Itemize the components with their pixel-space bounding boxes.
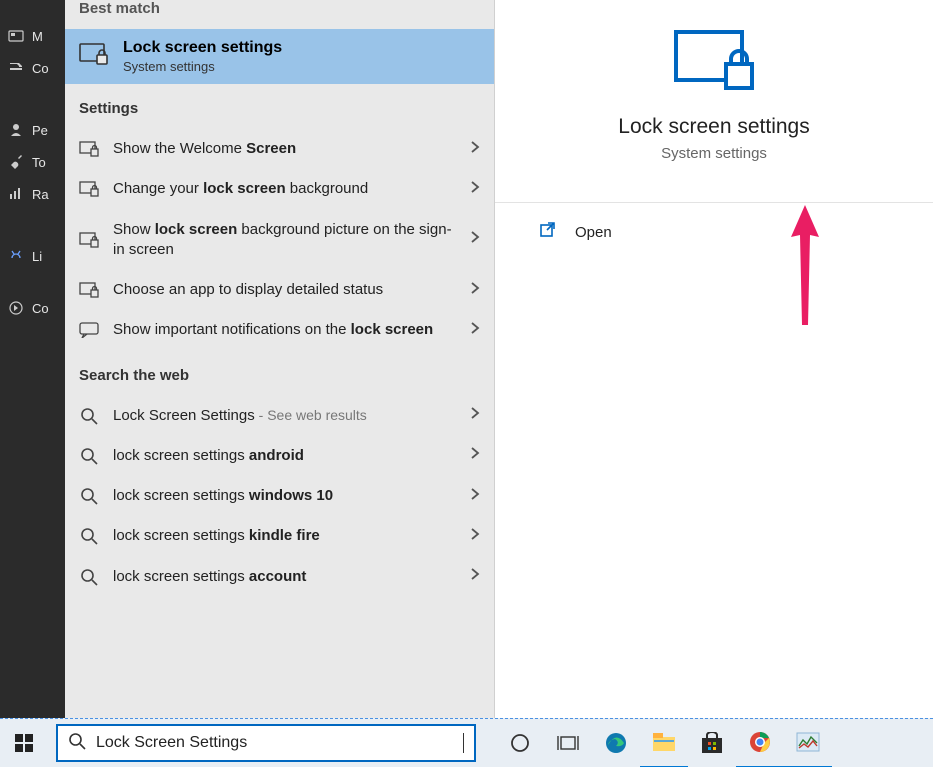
pinned-app[interactable]: M <box>0 20 65 52</box>
settings-result[interactable]: Show lock screen background picture on t… <box>65 210 494 271</box>
pinned-app-label: M <box>32 29 43 44</box>
pinned-app-label: Pe <box>32 123 48 138</box>
chevron-right-icon <box>470 230 480 249</box>
taskbar-search-box[interactable] <box>56 724 476 762</box>
result-text: Lock Screen Settings - See web results <box>113 406 456 426</box>
app-icon[interactable] <box>784 719 832 767</box>
pinned-app-label: Co <box>32 301 49 316</box>
settings-section-header: Settings <box>65 84 494 129</box>
pinned-app-label: Li <box>32 249 42 264</box>
pinned-app[interactable]: Co <box>0 52 65 84</box>
chevron-right-icon <box>470 140 480 159</box>
chevron-right-icon <box>470 487 480 506</box>
best-match-result[interactable]: Lock screen settings System settings <box>65 29 494 84</box>
best-match-subtitle: System settings <box>123 59 282 74</box>
result-text: lock screen settings android <box>113 446 456 466</box>
settings-result[interactable]: Show important notifications on the lock… <box>65 310 494 350</box>
settings-result[interactable]: Change your lock screen background <box>65 169 494 209</box>
preview-pane: Lock screen settings System settings Ope… <box>495 0 933 718</box>
result-text: Change your lock screen background <box>113 179 456 199</box>
pinned-app-label: Co <box>32 61 49 76</box>
search-icon <box>79 527 99 545</box>
chevron-right-icon <box>470 180 480 199</box>
open-icon <box>539 221 557 243</box>
text-cursor <box>463 733 464 753</box>
chrome-icon[interactable] <box>736 719 784 767</box>
microsoft-store-icon[interactable] <box>688 719 736 767</box>
pinned-app[interactable]: Pe <box>0 114 65 146</box>
preview-title: Lock screen settings <box>495 115 933 139</box>
web-section-header: Search the web <box>65 351 494 396</box>
chevron-right-icon <box>470 321 480 340</box>
pinned-app[interactable]: Li <box>0 240 65 272</box>
open-action[interactable]: Open <box>495 203 933 243</box>
search-icon <box>79 447 99 465</box>
settings-result[interactable]: Show the Welcome Screen <box>65 129 494 169</box>
lock-screen-icon <box>672 79 756 96</box>
web-result[interactable]: lock screen settings windows 10 <box>65 476 494 516</box>
best-match-title: Lock screen settings <box>123 39 282 57</box>
chevron-right-icon <box>470 281 480 300</box>
web-result[interactable]: lock screen settings kindle fire <box>65 516 494 556</box>
chevron-right-icon <box>470 446 480 465</box>
result-text: Show important notifications on the lock… <box>113 320 456 340</box>
web-result[interactable]: lock screen settings account <box>65 557 494 597</box>
settings-result[interactable]: Choose an app to display detailed status <box>65 270 494 310</box>
search-results-panel: Best match Lock screen settings System s… <box>65 0 495 718</box>
search-icon <box>68 732 86 755</box>
pinned-app-label: To <box>32 155 46 170</box>
cortana-icon[interactable] <box>496 719 544 767</box>
result-text: Show the Welcome Screen <box>113 139 456 159</box>
pinned-app[interactable]: Ra <box>0 178 65 210</box>
result-text: lock screen settings account <box>113 567 456 587</box>
search-icon <box>79 568 99 586</box>
pinned-app[interactable]: To <box>0 146 65 178</box>
taskbar <box>0 718 933 767</box>
result-text: lock screen settings kindle fire <box>113 526 456 546</box>
file-explorer-icon[interactable] <box>640 719 688 767</box>
monitor-lock-icon <box>79 322 99 338</box>
monitor-lock-icon <box>79 141 99 157</box>
lock-screen-icon <box>79 42 109 71</box>
result-text: Show lock screen background picture on t… <box>113 220 456 261</box>
open-label: Open <box>575 224 612 241</box>
pinned-app-column: M Co Pe To Ra Li Co <box>0 0 65 718</box>
search-icon <box>79 487 99 505</box>
chevron-right-icon <box>470 406 480 425</box>
preview-subtitle: System settings <box>495 145 933 162</box>
web-result[interactable]: Lock Screen Settings - See web results <box>65 396 494 436</box>
task-view-icon[interactable] <box>544 719 592 767</box>
result-text: lock screen settings windows 10 <box>113 486 456 506</box>
monitor-lock-icon <box>79 181 99 197</box>
monitor-lock-icon <box>79 232 99 248</box>
search-icon <box>79 407 99 425</box>
annotation-arrow-icon <box>785 195 825 335</box>
web-result[interactable]: lock screen settings android <box>65 436 494 476</box>
search-input[interactable] <box>96 734 453 752</box>
best-match-header: Best match <box>65 0 494 29</box>
edge-icon[interactable] <box>592 719 640 767</box>
start-button[interactable] <box>0 719 48 767</box>
result-text: Choose an app to display detailed status <box>113 280 456 300</box>
monitor-lock-icon <box>79 282 99 298</box>
chevron-right-icon <box>470 527 480 546</box>
chevron-right-icon <box>470 567 480 586</box>
pinned-app-label: Ra <box>32 187 49 202</box>
pinned-app[interactable]: Co <box>0 292 65 324</box>
